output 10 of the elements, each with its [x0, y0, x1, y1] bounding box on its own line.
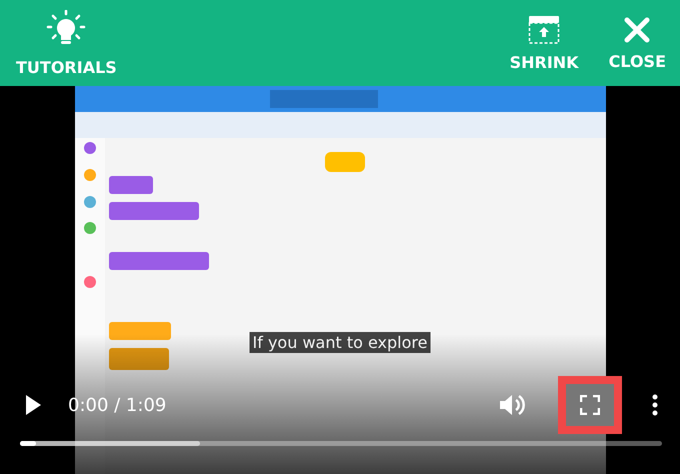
- fullscreen-icon: [580, 395, 600, 415]
- tutorials-button[interactable]: TUTORIALS: [16, 0, 117, 86]
- more-options-icon: [652, 394, 658, 416]
- close-icon: [623, 16, 652, 44]
- progress-track[interactable]: [20, 441, 662, 446]
- fullscreen-button[interactable]: [558, 376, 622, 434]
- close-button[interactable]: CLOSE: [608, 0, 666, 86]
- shrink-icon: [528, 14, 560, 44]
- shrink-button[interactable]: SHRINK: [510, 0, 579, 86]
- subtitle: If you want to explore: [250, 332, 430, 353]
